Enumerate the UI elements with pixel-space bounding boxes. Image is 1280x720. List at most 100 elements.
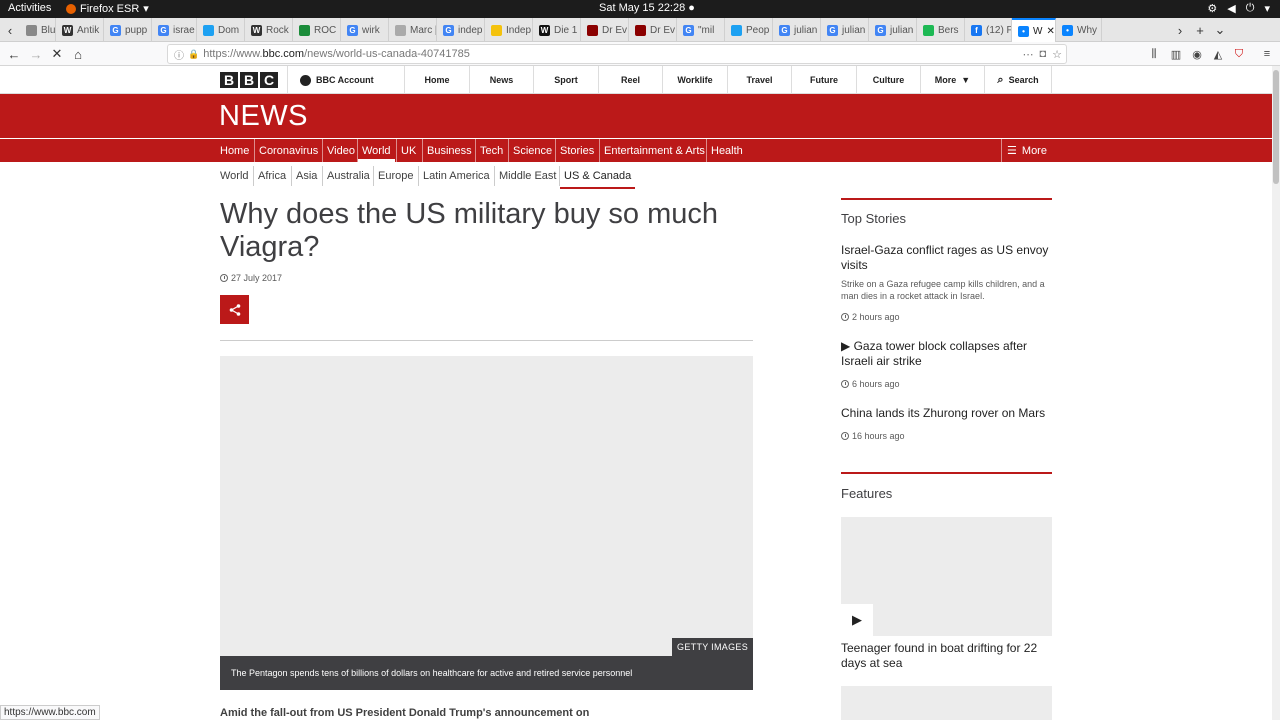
top-story-link[interactable]: Israel-Gaza conflict rages as US envoy v… (841, 243, 1052, 273)
browser-tab[interactable]: • W ✕ (1012, 18, 1056, 42)
bookmark-star-icon[interactable]: ☆ (1052, 48, 1062, 61)
activities-button[interactable]: Activities (8, 2, 51, 14)
news-nav-health[interactable]: Health (706, 139, 747, 162)
browser-tab[interactable]: Indep (485, 18, 533, 42)
sub-nav-asia[interactable]: Asia (291, 166, 321, 186)
browser-tab[interactable]: Gpupp (104, 18, 152, 42)
sub-nav-africa[interactable]: Africa (253, 166, 290, 186)
sub-nav-australia[interactable]: Australia (322, 166, 374, 186)
feature-image[interactable]: ▶ (841, 517, 1052, 636)
share-button[interactable] (220, 295, 249, 324)
tab-list-icon[interactable]: ⌄ (1210, 18, 1230, 42)
sidebar-icon[interactable]: ▥ (1168, 46, 1184, 62)
news-nav-tech[interactable]: Tech (475, 139, 507, 162)
browser-tab[interactable]: Gjulian (773, 18, 821, 42)
page-actions-icon[interactable]: ⋯ (1022, 48, 1033, 61)
news-nav-business[interactable]: Business (422, 139, 476, 162)
sub-nav-us-canada[interactable]: US & Canada (559, 166, 636, 189)
tab-favicon-icon (203, 24, 214, 36)
library-icon[interactable]: ⫼ (1146, 46, 1162, 62)
news-nav-more-button[interactable]: ☰ More (1001, 139, 1052, 162)
clock[interactable]: Sat May 15 22:28 ● (599, 2, 695, 14)
browser-tab[interactable]: G "mil (677, 18, 725, 42)
url-bar[interactable]: ⓘ 🔒 https://www.bbc.com/news/world-us-ca… (167, 44, 1067, 64)
browser-tab[interactable]: Blut (20, 18, 56, 42)
browser-tab[interactable]: Gjulian (821, 18, 869, 42)
extension-icon[interactable]: ◭ (1210, 46, 1226, 62)
system-tray[interactable]: ⚙ ◀ ⏻ ▾ (1207, 2, 1270, 15)
browser-tab[interactable]: Gwirk (341, 18, 389, 42)
home-icon[interactable]: ⌂ (68, 44, 88, 64)
masthead-nav-future[interactable]: Future (791, 66, 856, 94)
top-story-link[interactable]: ▶ Gaza tower block collapses after Israe… (841, 339, 1052, 369)
browser-tab[interactable]: Peop (725, 18, 773, 42)
close-tab-icon[interactable]: ✕ (1046, 26, 1054, 37)
tab-scroll-right-icon[interactable]: › (1170, 18, 1190, 42)
back-icon[interactable]: ← (4, 44, 24, 64)
masthead-search-button[interactable]: ⌕ Search (984, 66, 1052, 94)
tab-label: Dr Ev (602, 24, 627, 36)
news-nav-stories[interactable]: Stories (555, 139, 598, 162)
caret-down-icon: ▾ (1264, 3, 1270, 15)
scrollbar-thumb[interactable] (1273, 70, 1279, 184)
browser-tab[interactable]: W Die 1 (533, 18, 581, 42)
tab-scroll-left-icon[interactable]: ‹ (0, 18, 20, 42)
top-story-link[interactable]: China lands its Zhurong rover on Mars (841, 406, 1052, 421)
new-tab-icon[interactable]: + (1190, 18, 1210, 42)
masthead-nav-news[interactable]: News (468, 66, 534, 94)
bbc-logo[interactable]: B B C (220, 72, 278, 88)
browser-tab[interactable]: Bers (917, 18, 965, 42)
browser-tab[interactable]: Gindep (437, 18, 485, 42)
browser-tab[interactable]: Marc [L/ (389, 18, 437, 42)
news-nav-world[interactable]: World (357, 139, 395, 162)
masthead-more-button[interactable]: More ▼ (920, 66, 984, 94)
news-nav-home[interactable]: Home (216, 139, 253, 162)
news-logo[interactable]: NEWS (219, 100, 308, 133)
url-path: /news/world-us-canada-40741785 (304, 48, 470, 60)
browser-tab[interactable]: W Antik (56, 18, 104, 42)
browser-tab[interactable]: W Rock (245, 18, 293, 42)
browser-tab[interactable]: Gisrae (152, 18, 197, 42)
hamburger-menu-icon[interactable]: ≡ (1259, 46, 1275, 62)
sub-nav-middle-east[interactable]: Middle East (494, 166, 560, 186)
browser-tab[interactable]: Dr Ev (629, 18, 677, 42)
browser-tab[interactable]: ROC (293, 18, 341, 42)
masthead-nav-sport[interactable]: Sport (533, 66, 598, 94)
stop-loading-icon[interactable]: ✕ (47, 44, 67, 64)
tab-label: Antik (77, 24, 100, 36)
news-nav-uk[interactable]: UK (396, 139, 420, 162)
pocket-icon[interactable]: ◘ (1039, 48, 1046, 60)
sub-nav-latin-america[interactable]: Latin America (418, 166, 494, 186)
masthead-nav-home[interactable]: Home (404, 66, 469, 94)
account-icon[interactable]: ◉ (1189, 46, 1205, 62)
masthead-nav-culture[interactable]: Culture (855, 66, 921, 94)
share-icon (229, 303, 240, 316)
masthead-nav-reel[interactable]: Reel (597, 66, 663, 94)
browser-tab[interactable]: Dom (197, 18, 245, 42)
network-icon: ⚙ (1207, 3, 1218, 15)
sub-nav-europe[interactable]: Europe (373, 166, 417, 186)
ublock-icon[interactable]: ⛉ (1231, 46, 1247, 62)
app-menu[interactable]: Firefox ESR ▾ (66, 2, 149, 15)
bbc-account-link[interactable]: BBC Account (287, 66, 404, 94)
news-nav-video[interactable]: Video (322, 139, 359, 162)
sub-nav-world[interactable]: World (216, 166, 253, 186)
top-stories-heading: Top Stories (841, 211, 907, 226)
site-info-icon[interactable]: ⓘ (174, 47, 184, 62)
tab-favicon-icon (923, 24, 934, 36)
news-nav-coronavirus[interactable]: Coronavirus (254, 139, 322, 162)
forward-icon[interactable]: → (26, 44, 46, 64)
masthead-nav-travel[interactable]: Travel (726, 66, 792, 94)
browser-tab[interactable]: Dr Ev (581, 18, 629, 42)
feature-link[interactable]: Teenager found in boat drifting for 22 d… (841, 641, 1052, 671)
tab-favicon-icon: G (779, 24, 790, 36)
news-nav-entertainment-arts[interactable]: Entertainment & Arts (599, 139, 709, 162)
news-nav-science[interactable]: Science (508, 139, 556, 162)
world-sub-navigation: World Africa Asia Australia Europe Latin Amer… (0, 166, 1272, 189)
feature-image[interactable] (841, 686, 1052, 720)
play-button[interactable]: ▶ (841, 604, 873, 636)
browser-tab[interactable]: f (12) F (965, 18, 1012, 42)
masthead-nav-worklife[interactable]: Worklife (662, 66, 727, 94)
browser-tab[interactable]: • Why (1056, 18, 1102, 42)
browser-tab[interactable]: Gjulian (869, 18, 917, 42)
